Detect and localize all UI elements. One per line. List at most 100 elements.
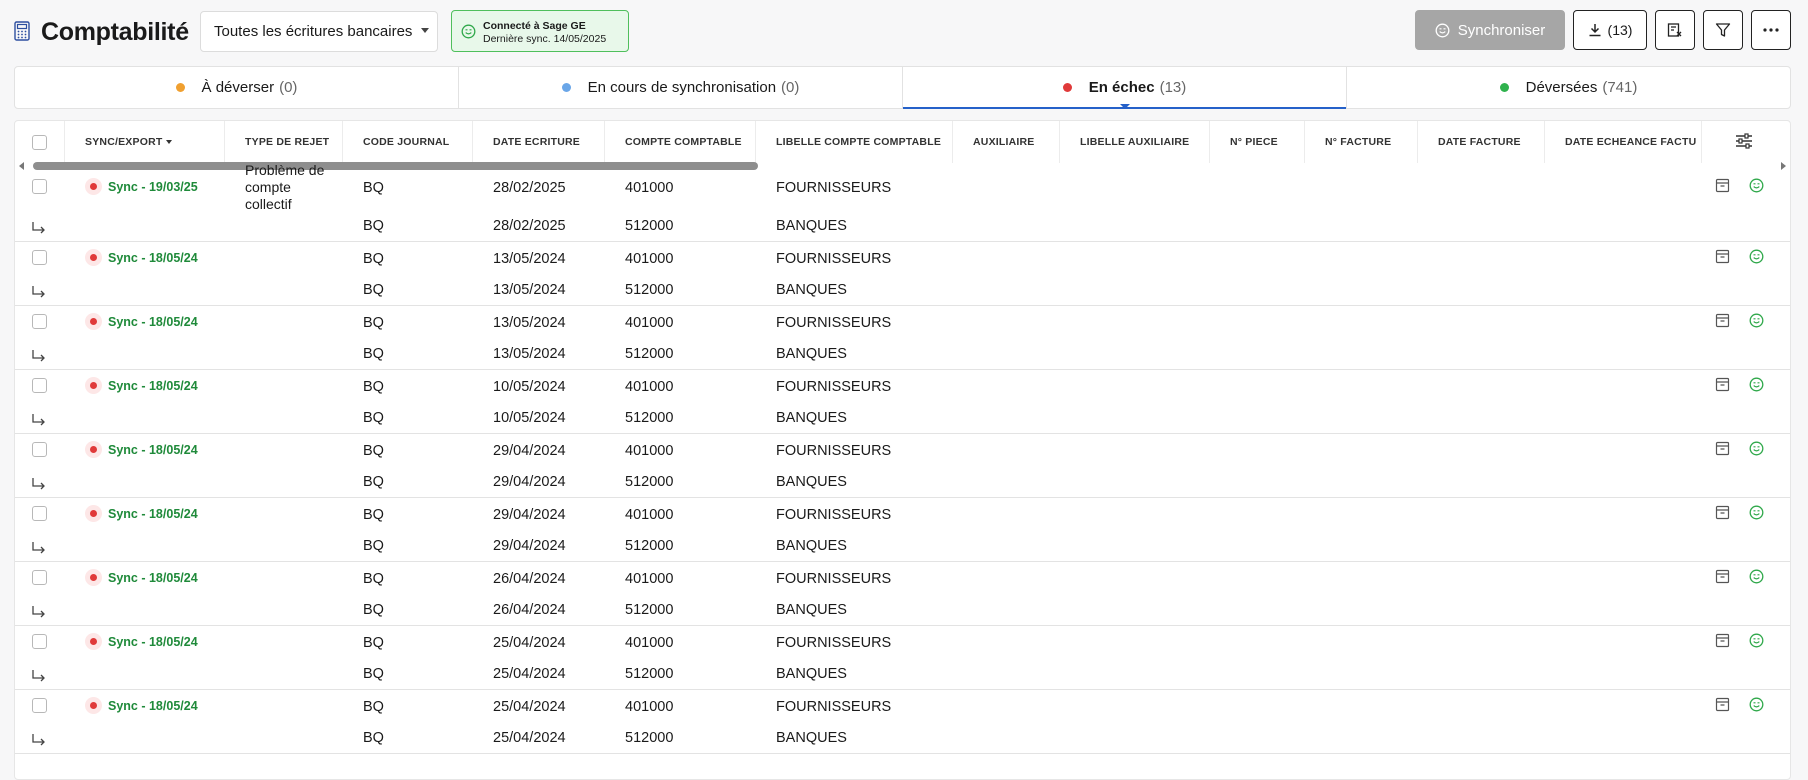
table-row[interactable]: Sync - 18/05/24 BQ 25/04/2024 401000 FOURNIS…	[15, 690, 1790, 754]
code-journal: BQ	[363, 507, 384, 523]
tab-label: À déverser	[201, 79, 275, 96]
column-type-rejet[interactable]: TYPE DE REJET	[225, 121, 343, 163]
archive-icon[interactable]	[1715, 313, 1730, 332]
column-sync-export[interactable]: SYNC/EXPORT	[65, 121, 225, 163]
code-journal: BQ	[363, 474, 384, 490]
sync-status: Sync - 19/03/25	[85, 178, 198, 195]
scroll-right-arrow[interactable]	[1781, 162, 1786, 170]
libelle-compte: FOURNISSEURS	[776, 251, 892, 267]
tab-deversees[interactable]: Déversées (741)	[1347, 67, 1790, 108]
row-checkbox[interactable]	[32, 250, 47, 265]
table-row[interactable]: Sync - 18/05/24 BQ 29/04/2024 401000 FOURNIS…	[15, 498, 1790, 562]
tab-a-deverser[interactable]: À déverser (0)	[15, 67, 459, 108]
row-checkbox[interactable]	[32, 570, 47, 585]
column-date-echeance[interactable]: DATE ECHEANCE FACTU	[1545, 121, 1702, 163]
table-row[interactable]: Sync - 19/03/25 Problème de compte collec…	[15, 162, 1790, 242]
tab-en-echec[interactable]: En échec (13)	[903, 67, 1347, 109]
chevron-down-icon	[421, 28, 429, 33]
document-settings-button[interactable]	[1655, 10, 1695, 50]
tab-en-cours[interactable]: En cours de synchronisation (0)	[459, 67, 903, 108]
sync-row-icon[interactable]	[1749, 505, 1764, 524]
sync-row-icon[interactable]	[1749, 569, 1764, 588]
compte-comptable: 512000	[625, 218, 674, 234]
code-journal: BQ	[363, 443, 384, 459]
row-checkbox[interactable]	[32, 314, 47, 329]
compte-comptable: 401000	[625, 251, 674, 267]
archive-icon[interactable]	[1715, 249, 1730, 268]
archive-icon[interactable]	[1715, 178, 1730, 197]
code-journal: BQ	[363, 251, 384, 267]
error-dot-icon	[85, 633, 102, 650]
sub-line-arrow-icon	[31, 413, 47, 431]
row-checkbox[interactable]	[32, 442, 47, 457]
sort-desc-icon	[166, 140, 173, 144]
column-code-journal[interactable]: CODE JOURNAL	[343, 121, 473, 163]
compte-comptable: 401000	[625, 379, 674, 395]
column-date-facture[interactable]: DATE FACTURE	[1418, 121, 1545, 163]
archive-icon[interactable]	[1715, 697, 1730, 716]
more-options-button[interactable]	[1751, 10, 1791, 50]
table-row[interactable]: Sync - 18/05/24 BQ 13/05/2024 401000 FOURNIS…	[15, 242, 1790, 306]
table-row[interactable]: Sync - 18/05/24 BQ 25/04/2024 401000 FOURNIS…	[15, 626, 1790, 690]
sync-row-icon[interactable]	[1749, 313, 1764, 332]
table-row[interactable]: Sync - 18/05/24 BQ 10/05/2024 401000 FOURNIS…	[15, 370, 1790, 434]
filter-button[interactable]	[1703, 10, 1743, 50]
error-dot-icon	[85, 441, 102, 458]
sync-row-icon[interactable]	[1749, 633, 1764, 652]
column-compte-comptable[interactable]: COMPTE COMPTABLE	[605, 121, 756, 163]
sync-row-icon[interactable]	[1749, 377, 1764, 396]
ecritures-filter-select[interactable]: Toutes les écritures bancaires	[200, 11, 438, 52]
ecritures-filter-value: Toutes les écritures bancaires	[214, 23, 413, 40]
document-settings-icon	[1667, 23, 1682, 37]
row-checkbox[interactable]	[32, 634, 47, 649]
date-ecriture: 29/04/2024	[493, 443, 566, 459]
column-date-ecriture[interactable]: DATE ECRITURE	[473, 121, 605, 163]
sync-row-icon[interactable]	[1749, 249, 1764, 268]
row-checkbox[interactable]	[32, 179, 47, 194]
table-row[interactable]: Sync - 18/05/24 BQ 29/04/2024 401000 FOURNIS…	[15, 434, 1790, 498]
table-row[interactable]: Sync - 18/05/24 BQ 26/04/2024 401000 FOURNIS…	[15, 562, 1790, 626]
column-label: CODE JOURNAL	[363, 136, 450, 148]
row-checkbox[interactable]	[32, 378, 47, 393]
archive-icon[interactable]	[1715, 569, 1730, 588]
archive-icon[interactable]	[1715, 633, 1730, 652]
sync-row-icon[interactable]	[1749, 178, 1764, 197]
compte-comptable: 512000	[625, 730, 674, 746]
column-libelle-auxiliaire[interactable]: LIBELLE AUXILIAIRE	[1060, 121, 1210, 163]
column-settings-icon[interactable]	[1735, 133, 1753, 149]
status-dot-blue	[561, 83, 571, 92]
column-n-piece[interactable]: N° PIECE	[1210, 121, 1305, 163]
date-ecriture: 26/04/2024	[493, 602, 566, 618]
sync-status: Sync - 18/05/24	[85, 569, 198, 586]
sub-line-arrow-icon	[31, 541, 47, 559]
libelle-compte: BANQUES	[776, 346, 847, 362]
compte-comptable: 512000	[625, 666, 674, 682]
synchronize-button[interactable]: Synchroniser	[1415, 10, 1565, 50]
archive-icon[interactable]	[1715, 441, 1730, 460]
sync-status-label: Sync - 18/05/24	[108, 506, 198, 521]
sync-icon	[1435, 23, 1450, 37]
sync-row-icon[interactable]	[1749, 441, 1764, 460]
archive-icon[interactable]	[1715, 377, 1730, 396]
column-libelle-compte[interactable]: LIBELLE COMPTE COMPTABLE	[756, 121, 953, 163]
table-row[interactable]: Sync - 18/05/24 BQ 13/05/2024 401000 FOURNIS…	[15, 306, 1790, 370]
select-all-checkbox[interactable]	[32, 134, 47, 150]
row-checkbox[interactable]	[32, 698, 47, 713]
sub-line-arrow-icon	[31, 285, 47, 303]
libelle-compte: BANQUES	[776, 730, 847, 746]
libelle-compte: FOURNISSEURS	[776, 443, 892, 459]
sync-row-icon[interactable]	[1749, 697, 1764, 716]
archive-icon[interactable]	[1715, 505, 1730, 524]
code-journal: BQ	[363, 282, 384, 298]
column-n-facture[interactable]: N° FACTURE	[1305, 121, 1418, 163]
row-checkbox[interactable]	[32, 506, 47, 521]
scroll-thumb[interactable]	[33, 162, 758, 170]
scroll-left-arrow[interactable]	[19, 162, 24, 170]
column-auxiliaire[interactable]: AUXILIAIRE	[953, 121, 1060, 163]
date-ecriture: 13/05/2024	[493, 251, 566, 267]
libelle-compte: FOURNISSEURS	[776, 315, 892, 331]
compte-comptable: 401000	[625, 443, 674, 459]
export-button[interactable]: (13)	[1573, 10, 1647, 50]
libelle-compte: BANQUES	[776, 538, 847, 554]
error-dot-icon	[85, 569, 102, 586]
